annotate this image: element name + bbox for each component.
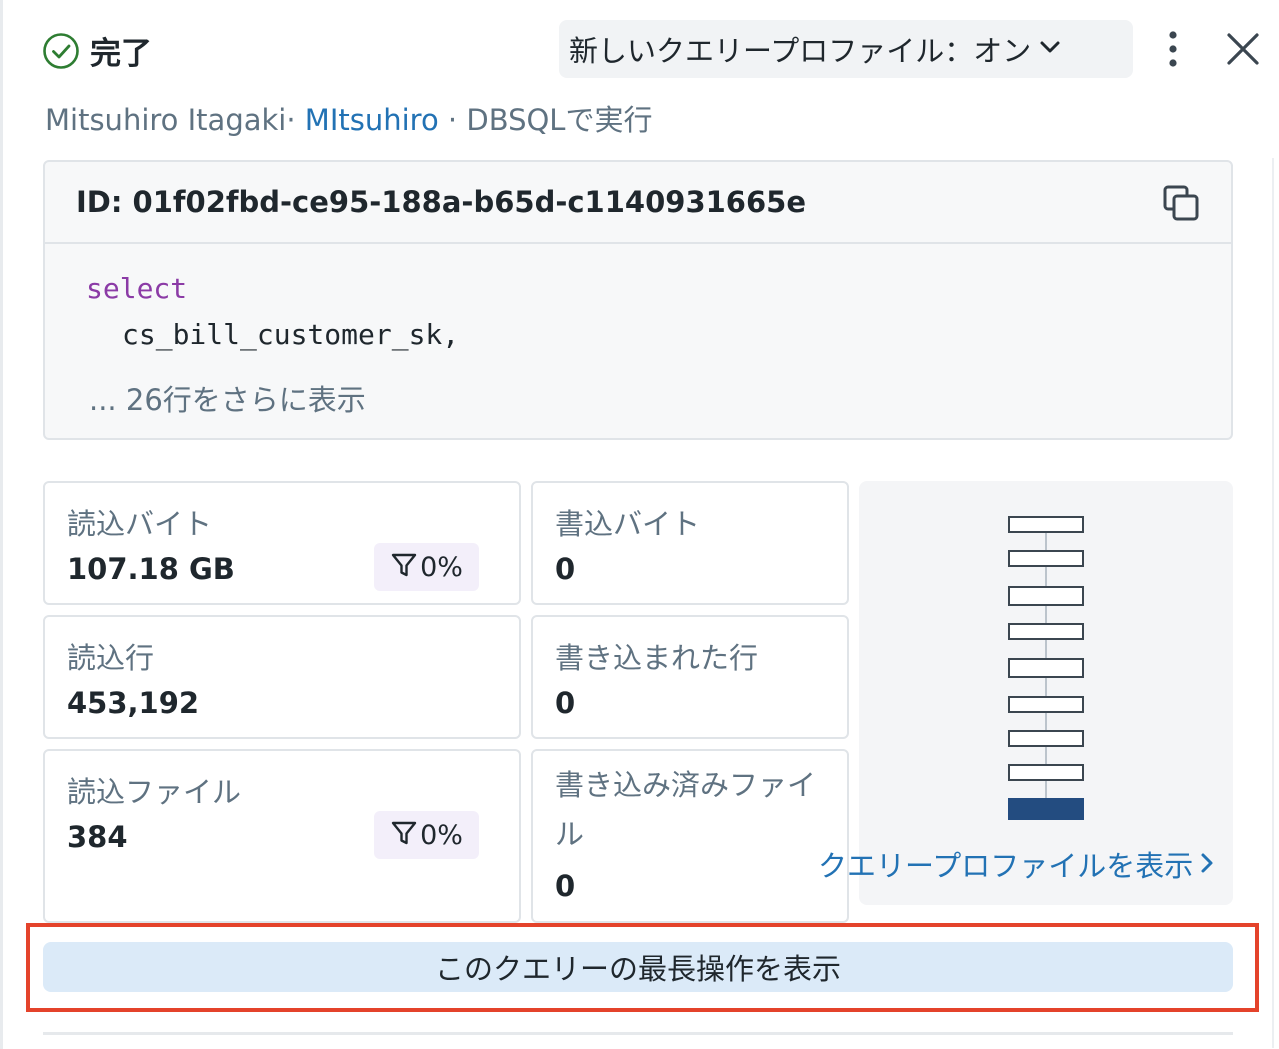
check-circle-icon: [42, 32, 80, 70]
query-profile-preview[interactable]: [859, 481, 1233, 905]
query-code: select cs_bill_customer_sk,: [86, 266, 459, 358]
pruning-badge[interactable]: 0%: [374, 811, 479, 859]
metric-label: 書込バイト: [555, 507, 701, 541]
query-text-panel: ID: 01f02fbd-ce95-188a-b65d-c1140931665e…: [43, 160, 1233, 440]
meta-separator: ·: [438, 103, 467, 137]
workspace-link[interactable]: MItsuhiro: [305, 103, 439, 137]
show-more-lines-link[interactable]: ... 26行をさらに表示: [89, 377, 366, 419]
query-status: 完了: [42, 28, 152, 73]
metric-card-files-written: 書き込み済みファイル 0: [531, 749, 849, 923]
profile-node: [1008, 764, 1084, 781]
section-divider: [43, 1032, 1233, 1035]
close-icon[interactable]: [1222, 28, 1264, 70]
metric-label: 読込行: [67, 641, 155, 675]
metric-label: 読込バイト: [67, 507, 213, 541]
code-keyword: select: [86, 272, 188, 305]
profile-node: [1008, 696, 1084, 713]
query-id: ID: 01f02fbd-ce95-188a-b65d-c1140931665e: [76, 185, 806, 219]
metric-value: 0: [555, 869, 576, 903]
metric-label: 書き込み済みファイル: [555, 768, 817, 851]
view-query-profile-link[interactable]: クエリープロファイルを表示: [818, 843, 1215, 885]
query-profile-toggle-dropdown[interactable]: 新しいクエリープロファイル：オン: [559, 20, 1133, 78]
status-label: 完了: [90, 36, 152, 72]
pruning-badge[interactable]: 0%: [374, 543, 479, 591]
profile-node: [1008, 658, 1084, 678]
meta-separator: ·: [286, 103, 305, 137]
metric-value: 384: [67, 820, 128, 854]
metric-card-rows-read: 読込行 453,192: [43, 615, 521, 739]
filter-icon: [390, 819, 418, 851]
query-id-header: ID: 01f02fbd-ce95-188a-b65d-c1140931665e: [45, 162, 1231, 244]
user-name: Mitsuhiro Itagaki: [45, 103, 287, 137]
metric-card-bytes-written: 書込バイト 0: [531, 481, 849, 605]
left-edge: [0, 0, 3, 1049]
kebab-menu-icon[interactable]: [1158, 28, 1188, 70]
profile-node: [1008, 623, 1084, 640]
code-line: cs_bill_customer_sk,: [122, 318, 460, 351]
copy-icon[interactable]: [1161, 183, 1201, 223]
pruning-percent: 0%: [420, 819, 463, 851]
profile-node: [1008, 730, 1084, 747]
query-profile-toggle-label: 新しいクエリープロファイル：オン: [569, 34, 1032, 68]
profile-node: [1008, 586, 1084, 606]
profile-node: [1008, 516, 1084, 533]
metric-value: 0: [555, 686, 576, 720]
metric-value: 107.18 GB: [67, 552, 235, 586]
metric-card-files-read: 読込ファイル 384 0%: [43, 749, 521, 923]
engine-label: DBSQLで実行: [466, 103, 653, 137]
metric-label: 読込ファイル: [67, 775, 242, 809]
view-query-profile-label: クエリープロファイルを表示: [818, 849, 1194, 883]
profile-node: [1008, 550, 1084, 567]
metric-value: 453,192: [67, 686, 200, 720]
metric-card-rows-written: 書き込まれた行 0: [531, 615, 849, 739]
query-profile-graph: [1008, 516, 1084, 820]
scrollbar-track[interactable]: [1272, 158, 1274, 1048]
chevron-down-icon: [1039, 39, 1061, 59]
filter-icon: [390, 551, 418, 583]
query-metadata: Mitsuhiro Itagaki· MItsuhiro · DBSQLで実行: [45, 97, 652, 139]
metric-label: 書き込まれた行: [555, 641, 759, 675]
metric-value: 0: [555, 552, 576, 586]
metric-card-bytes-read: 読込バイト 107.18 GB 0%: [43, 481, 521, 605]
show-longest-operation-button[interactable]: このクエリーの最長操作を表示: [43, 942, 1233, 992]
chevron-right-icon: [1199, 847, 1215, 881]
pruning-percent: 0%: [420, 551, 463, 583]
profile-node-active: [1008, 798, 1084, 820]
